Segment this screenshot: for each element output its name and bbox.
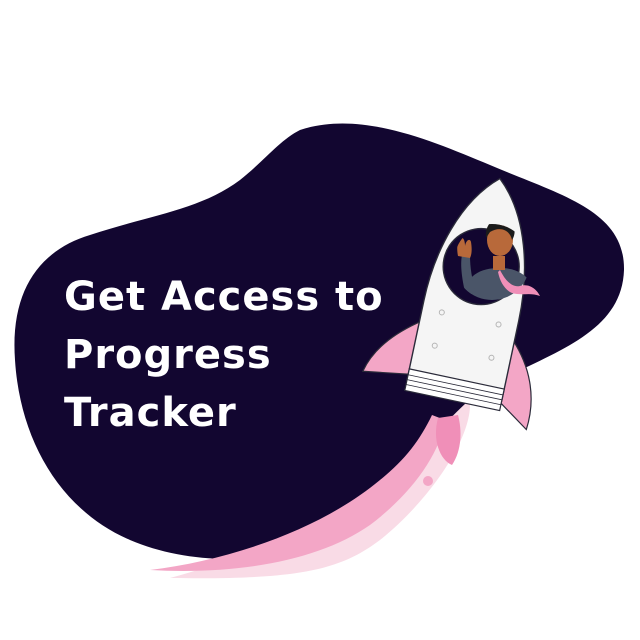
headline-line-1: Get Access to	[64, 274, 384, 320]
headline: Get Access to Progress Tracker	[64, 268, 384, 442]
exhaust-dot	[423, 476, 433, 486]
headline-line-2: Progress	[64, 332, 272, 378]
headline-line-3: Tracker	[64, 390, 237, 436]
promo-card: Get Access to Progress Tracker	[0, 0, 640, 640]
person-neck	[493, 256, 505, 270]
